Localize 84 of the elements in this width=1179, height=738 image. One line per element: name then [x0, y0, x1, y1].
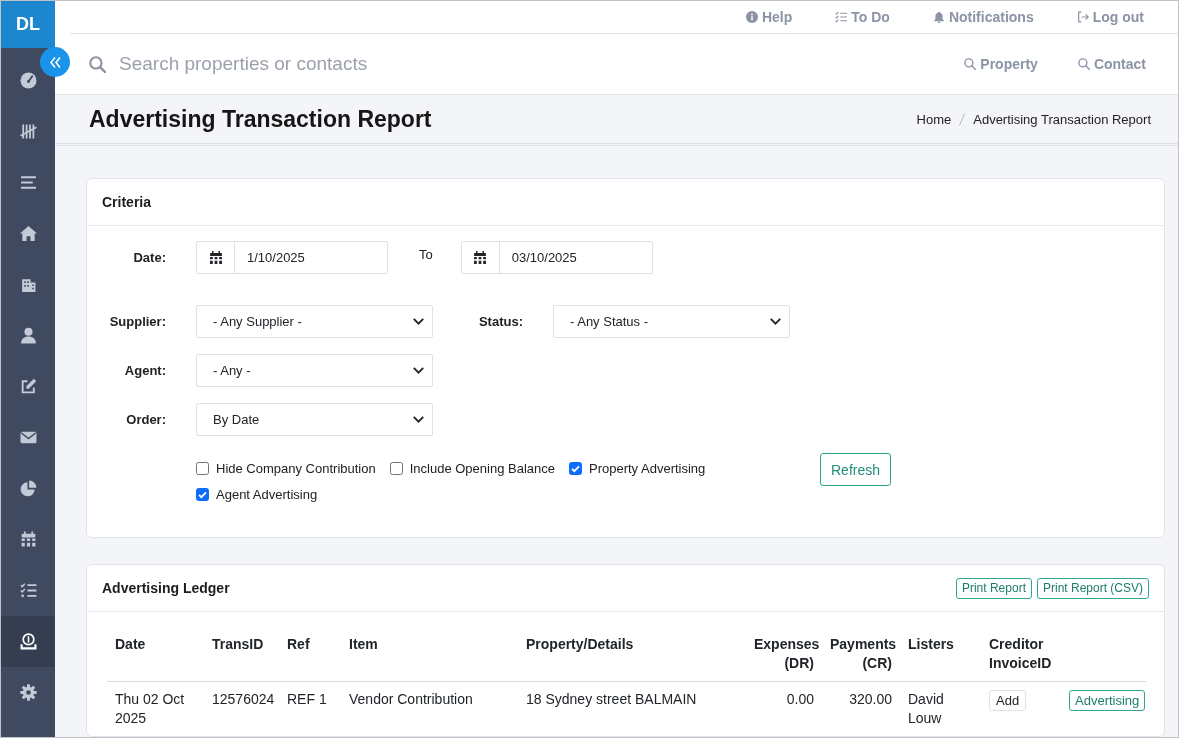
- calendar-icon: [474, 251, 487, 264]
- print-button[interactable]: Print Report: [955, 577, 1032, 599]
- gear-icon: [19, 684, 37, 701]
- dropdown-field[interactable]: - Any -: [196, 354, 433, 387]
- field-label: Supplier:: [108, 314, 166, 329]
- date-field[interactable]: 1/10/2025: [196, 241, 388, 274]
- column-header: Expenses (DR): [746, 627, 822, 682]
- table-cell: Thu 02 Oct 2025: [107, 681, 204, 736]
- search-icon: [964, 58, 977, 70]
- double-chevron-left-icon: [49, 56, 61, 68]
- dropdown-field[interactable]: By Date: [196, 403, 433, 436]
- breadcrumb-link[interactable]: Home: [916, 111, 952, 127]
- table-cell: 18 Sydney street BALMAIN: [518, 681, 746, 736]
- table-cell: 12576024: [204, 681, 279, 736]
- top-nav-link[interactable]: Notifications: [932, 9, 1034, 25]
- checkbox-label: Property Advertising: [589, 460, 706, 478]
- column-header: Item: [341, 627, 518, 682]
- sidebar-item[interactable]: [1, 616, 55, 667]
- building-icon: [19, 276, 37, 293]
- checkbox-label: Agent Advertising: [216, 486, 318, 504]
- user-icon: [19, 327, 37, 344]
- top-nav-link[interactable]: Log out: [1076, 9, 1144, 25]
- panel-title: Advertising Ledger: [102, 580, 230, 596]
- field-label: Agent:: [123, 363, 166, 378]
- column-header: Date: [107, 627, 204, 682]
- checkbox-label: Hide Company Contribution: [216, 460, 376, 478]
- checkbox[interactable]: [389, 462, 403, 475]
- column-header: Listers: [900, 627, 981, 682]
- field-label: To: [419, 246, 433, 262]
- column-header: TransID: [204, 627, 279, 682]
- bell-icon: [932, 11, 945, 23]
- checkbox[interactable]: [196, 462, 209, 475]
- search-icon: [89, 55, 106, 73]
- chevron-down-icon: [770, 318, 781, 325]
- column-header: Ref: [279, 627, 341, 682]
- field-label: Order:: [125, 412, 166, 427]
- refresh-button[interactable]: Refresh: [820, 453, 892, 486]
- coin-tray-icon: [19, 633, 37, 650]
- breadcrumb-link[interactable]: Advertising Transaction Report: [973, 111, 1151, 127]
- search-scope-link[interactable]: Property: [964, 56, 1038, 72]
- checkbox[interactable]: [569, 462, 582, 475]
- pie-chart-icon: [19, 480, 37, 497]
- category-button[interactable]: Advertising: [1069, 690, 1146, 711]
- logo[interactable]: DL: [1, 1, 55, 48]
- page-title: Advertising Transaction Report: [89, 105, 432, 133]
- table-cell: REF 1: [279, 681, 341, 736]
- home-icon: [19, 225, 37, 242]
- gauge-icon: [19, 72, 37, 89]
- table-cell: Vendor Contribution: [341, 681, 518, 736]
- info-icon: [745, 11, 758, 23]
- field-label: Status:: [477, 314, 523, 329]
- calendar-icon: [19, 531, 37, 548]
- date-field[interactable]: 03/10/2025: [460, 241, 653, 274]
- checkbox-label: Include Opening Balance: [409, 460, 555, 478]
- envelope-icon: [19, 429, 37, 446]
- logout-icon: [1076, 11, 1089, 23]
- chevron-down-icon: [413, 367, 424, 374]
- column-header: Creditor InvoiceID: [981, 627, 1061, 682]
- bars-icon: [19, 174, 37, 191]
- table-cell: 320.00: [822, 681, 900, 736]
- search-icon: [1077, 58, 1090, 70]
- search-scope-link[interactable]: Contact: [1077, 56, 1146, 72]
- tally-marks-icon: [19, 123, 37, 140]
- edit-icon: [19, 378, 37, 395]
- table-cell: David Louw: [900, 681, 981, 736]
- column-header: Payments (CR): [822, 627, 900, 682]
- dropdown-field[interactable]: - Any Status -: [553, 305, 790, 338]
- add-button[interactable]: Add: [989, 690, 1027, 711]
- top-nav-link[interactable]: To Do: [835, 9, 890, 25]
- table-cell: 0.00: [746, 681, 822, 736]
- field-label: Date:: [132, 250, 166, 265]
- checkbox[interactable]: [196, 488, 209, 501]
- calendar-icon: [209, 251, 222, 264]
- slash-icon: [959, 112, 966, 126]
- checklist-icon: [19, 582, 37, 599]
- print-button[interactable]: Print Report (CSV): [1036, 577, 1149, 599]
- search-field[interactable]: Search properties or contacts: [119, 51, 965, 77]
- panel-title: Criteria: [102, 194, 152, 210]
- top-nav-link[interactable]: Help: [745, 9, 793, 25]
- column-header: Property/Details: [518, 627, 746, 682]
- checklist-icon: [835, 11, 848, 23]
- chevron-down-icon: [413, 318, 424, 325]
- chevron-down-icon: [413, 416, 424, 423]
- dropdown-field[interactable]: - Any Supplier -: [196, 305, 433, 338]
